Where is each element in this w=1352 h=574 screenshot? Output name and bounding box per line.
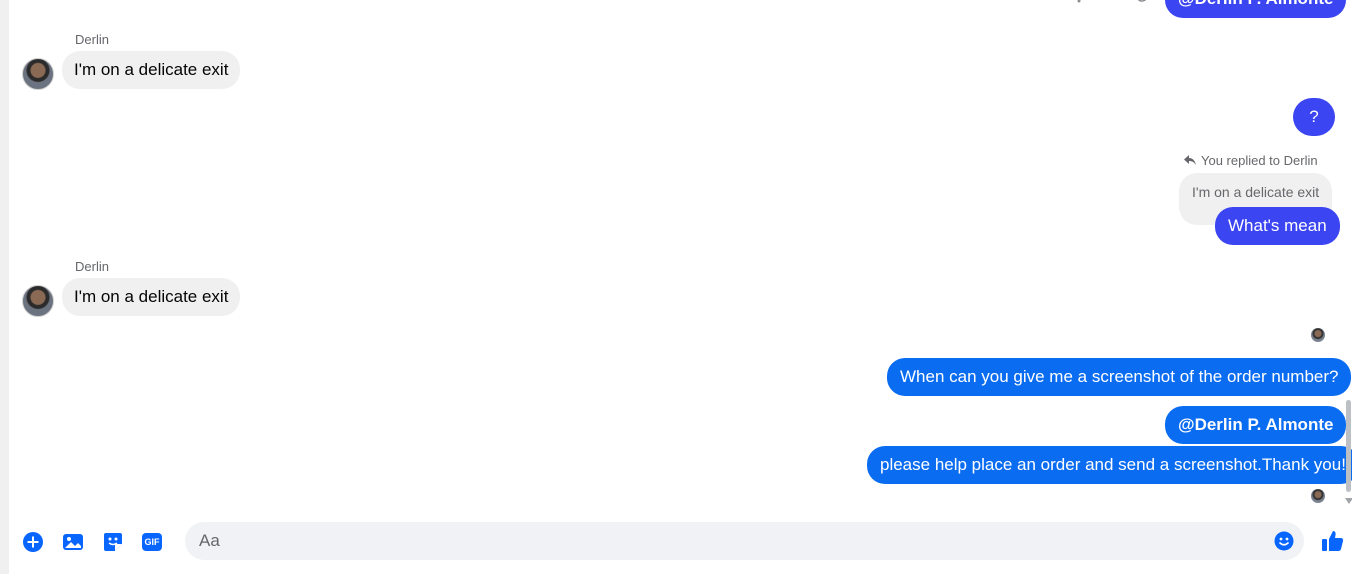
add-icon[interactable] bbox=[22, 531, 44, 553]
message-input[interactable]: Aa bbox=[185, 522, 1304, 560]
reply-arrow-icon bbox=[1183, 154, 1197, 166]
avatar[interactable] bbox=[22, 58, 54, 90]
gif-label: GIF bbox=[144, 537, 160, 547]
outgoing-reply-message[interactable]: What's mean bbox=[1215, 207, 1340, 245]
incoming-message[interactable]: I'm on a delicate exit bbox=[62, 51, 241, 89]
sender-name: Derlin bbox=[75, 259, 109, 274]
read-receipt-avatar bbox=[1311, 489, 1325, 503]
react-icon[interactable] bbox=[1135, 0, 1149, 6]
scrollbar-thumb[interactable] bbox=[1346, 400, 1351, 492]
incoming-message[interactable]: I'm on a delicate exit bbox=[62, 278, 241, 316]
sticker-icon[interactable] bbox=[102, 531, 124, 553]
seen-avatar bbox=[1311, 328, 1325, 342]
sender-name: Derlin bbox=[75, 32, 109, 47]
image-icon[interactable] bbox=[62, 531, 84, 553]
top-mention-bubble[interactable]: @Derlin P. Almonte bbox=[1165, 0, 1347, 18]
gif-icon[interactable]: GIF bbox=[141, 531, 163, 553]
outgoing-mention-message[interactable]: @Derlin P. Almonte bbox=[1165, 406, 1347, 444]
message-input-placeholder: Aa bbox=[199, 531, 220, 550]
more-icon[interactable] bbox=[1073, 0, 1085, 6]
reply-icon[interactable] bbox=[1103, 0, 1119, 6]
outgoing-message-question[interactable]: ? bbox=[1293, 98, 1335, 136]
emoji-icon[interactable] bbox=[1274, 531, 1294, 551]
scroll-down-icon[interactable] bbox=[1345, 497, 1352, 505]
avatar[interactable] bbox=[22, 285, 54, 317]
reply-note: You replied to Derlin bbox=[1201, 153, 1318, 168]
outgoing-message[interactable]: please help place an order and send a sc… bbox=[867, 446, 1352, 484]
chat-panel: @Derlin P. Almonte Derlin I'm on a delic… bbox=[9, 0, 1352, 574]
outgoing-message[interactable]: When can you give me a screenshot of the… bbox=[887, 358, 1352, 396]
like-icon[interactable] bbox=[1321, 529, 1345, 553]
